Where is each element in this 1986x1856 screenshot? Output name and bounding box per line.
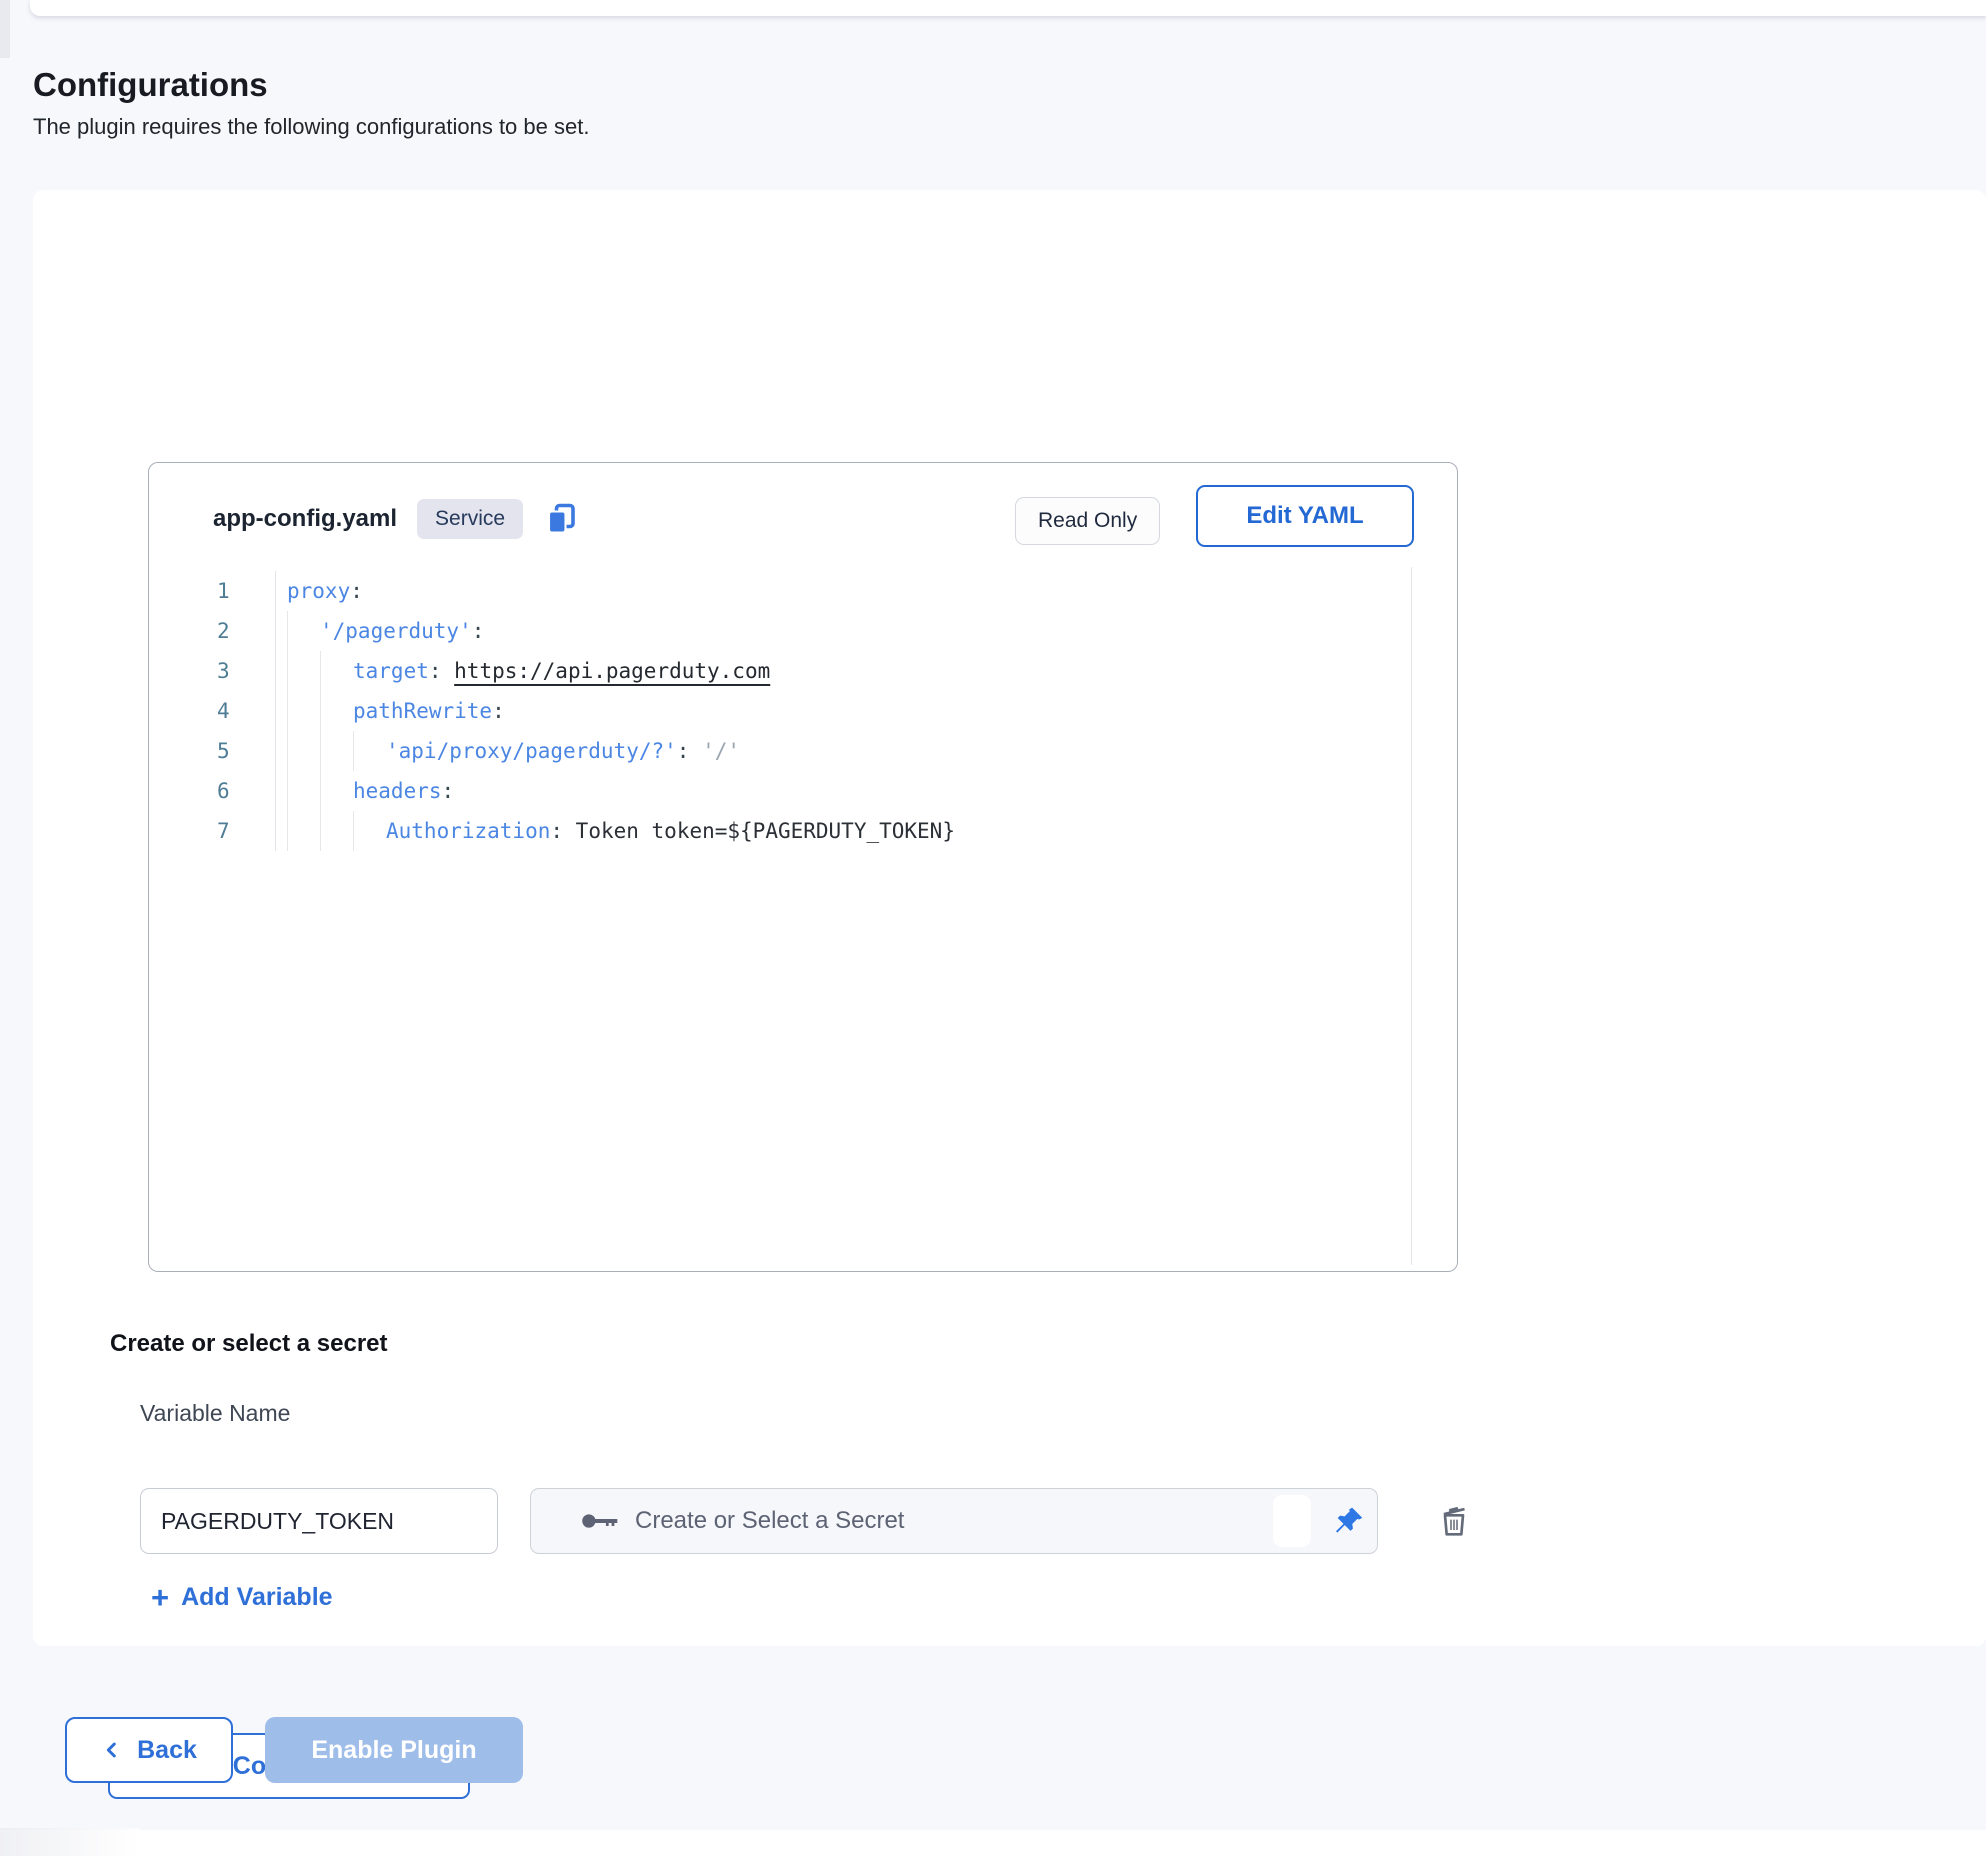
line-number: 3 [217,651,275,691]
code-line: 3target: https://api.pagerduty.com [217,651,955,691]
read-only-badge: Read Only [1015,497,1160,545]
code-line: 2'/pagerduty': [217,611,955,651]
code-lines: 1proxy:2'/pagerduty':3target: https://ap… [217,571,955,851]
code-line: 1proxy: [217,571,955,611]
edit-yaml-button[interactable]: Edit YAML [1196,485,1414,547]
line-number: 2 [217,611,275,651]
enable-plugin-button[interactable]: Enable Plugin [265,1717,523,1783]
yaml-editor-card: app-config.yaml Service Read Only Edit Y… [148,462,1458,1272]
variable-name-label: Variable Name [140,1400,290,1427]
code-line: 7Authorization: Token token=${PAGERDUTY_… [217,811,955,851]
previous-card-bottom [30,0,1986,16]
page-title: Configurations [33,66,268,104]
configurations-panel: app-config.yaml Service Read Only Edit Y… [33,190,1986,1646]
secret-section-title: Create or select a secret [110,1330,388,1358]
pin-icon[interactable] [1321,1495,1377,1547]
select-divider-pill [1273,1495,1311,1547]
line-number: 1 [217,571,275,611]
code-line: 4pathRewrite: [217,691,955,731]
variable-name-input[interactable] [140,1488,498,1554]
trash-icon[interactable] [1431,1498,1477,1544]
line-number: 7 [217,811,275,851]
file-name: app-config.yaml [213,505,397,533]
service-badge: Service [417,499,523,539]
code-line: 6headers: [217,771,955,811]
bottom-edge-fade [0,1828,140,1856]
line-number: 4 [217,691,275,731]
add-variable-label: Add Variable [181,1583,332,1612]
secret-select-placeholder: Create or Select a Secret [635,1507,1273,1535]
editor-title-row: app-config.yaml Service [213,491,579,547]
editor-scrollbar[interactable] [1411,567,1421,1265]
key-icon [579,1506,621,1536]
back-button[interactable]: Back [65,1717,233,1783]
add-variable-button[interactable]: + Add Variable [151,1582,333,1613]
chevron-left-icon [101,1739,123,1761]
left-edge-notch [0,0,10,58]
code-line: 5'api/proxy/pagerduty/?': '/' [217,731,955,771]
yaml-code-editor[interactable]: 1proxy:2'/pagerduty':3target: https://ap… [217,571,955,851]
line-number: 5 [217,731,275,771]
back-button-label: Back [137,1736,197,1765]
line-number: 6 [217,771,275,811]
plus-icon: + [151,1582,169,1613]
secret-select[interactable]: Create or Select a Secret [530,1488,1378,1554]
copy-icon[interactable] [543,501,579,537]
page-subtitle: The plugin requires the following config… [33,114,589,140]
